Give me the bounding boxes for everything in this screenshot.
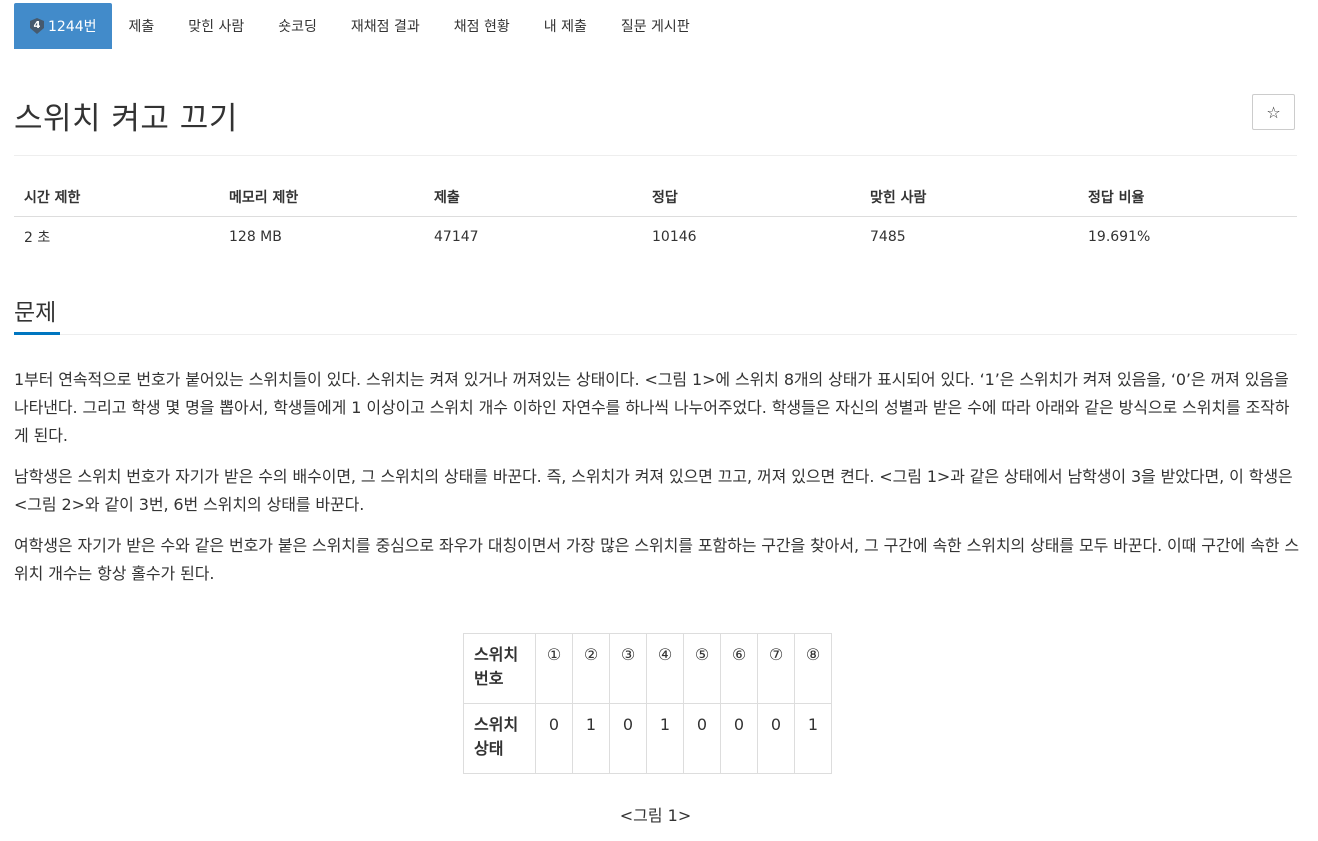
switch-number-cell: ② xyxy=(572,633,610,704)
description-paragraph: 여학생은 자기가 받은 수와 같은 번호가 붙은 스위치를 중심으로 좌우가 대… xyxy=(14,536,1299,583)
section-title-underline xyxy=(14,332,60,335)
switch-number-cell: ⑥ xyxy=(720,633,758,704)
tab-rejudge-results[interactable]: 재채점 결과 xyxy=(334,3,437,49)
header-accepted: 정답 xyxy=(642,178,860,217)
switch-number-cell: ⑤ xyxy=(683,633,721,704)
switch-state-cell: 1 xyxy=(646,703,684,774)
section-divider xyxy=(60,334,1297,335)
switch-number-cell: ⑦ xyxy=(757,633,795,704)
switch-state-row: 스위치 상태 0 1 0 1 0 0 0 1 xyxy=(463,703,832,774)
tab-judge-status[interactable]: 채점 현황 xyxy=(437,3,527,49)
value-memory-limit: 128 MB xyxy=(229,229,282,245)
info-header-row: 시간 제한 메모리 제한 제출 정답 맞힌 사람 정답 비율 xyxy=(14,178,1297,217)
switch-number-cell: ③ xyxy=(609,633,647,704)
switch-number-row: 스위치 번호 ① ② ③ ④ ⑤ ⑥ ⑦ ⑧ xyxy=(463,633,832,704)
switch-state-cell: 1 xyxy=(572,703,610,774)
title-divider xyxy=(14,155,1297,156)
page-title: 스위치 켜고 끄기 xyxy=(14,101,238,137)
switch-number-cell: ④ xyxy=(646,633,684,704)
tab-problem-label: 1244번 xyxy=(48,19,97,35)
favorite-star-button[interactable]: ☆ xyxy=(1252,94,1295,130)
switch-state-cell: 0 xyxy=(609,703,647,774)
switch-state-cell: 0 xyxy=(535,703,573,774)
tab-my-submissions[interactable]: 내 제출 xyxy=(527,3,604,49)
description-paragraph: 1부터 연속적으로 번호가 붙어있는 스위치들이 있다. 스위치는 켜져 있거나… xyxy=(14,370,1290,445)
problem-tab-nav: 4 1244번 제출 맞힌 사람 숏코딩 재채점 결과 채점 현황 내 제출 질… xyxy=(14,3,707,49)
section-title-problem: 문제 xyxy=(14,300,57,326)
value-time-limit: 2 초 xyxy=(24,230,51,246)
tab-short-coding[interactable]: 숏코딩 xyxy=(261,3,334,49)
description-paragraph: 남학생은 스위치 번호가 자기가 받은 수의 배수이면, 그 스위치의 상태를 … xyxy=(14,467,1293,514)
problem-description: 1부터 연속적으로 번호가 붙어있는 스위치들이 있다. 스위치는 켜져 있거나… xyxy=(14,366,1304,601)
problem-info-table: 시간 제한 메모리 제한 제출 정답 맞힌 사람 정답 비율 2 초 128 M… xyxy=(14,178,1297,257)
tab-problem[interactable]: 4 1244번 xyxy=(14,3,112,49)
header-time-limit: 시간 제한 xyxy=(14,178,219,217)
info-value-row: 2 초 128 MB 47147 10146 7485 19.691% xyxy=(14,217,1297,258)
switch-number-cell: ① xyxy=(535,633,573,704)
switch-state-cell: 0 xyxy=(683,703,721,774)
tier-badge-number: 4 xyxy=(33,19,41,31)
switch-figure-table: 스위치 번호 ① ② ③ ④ ⑤ ⑥ ⑦ ⑧ 스위치 상태 0 1 0 1 0 … xyxy=(463,633,832,774)
header-submissions: 제출 xyxy=(424,178,642,217)
value-submissions: 47147 xyxy=(434,229,479,245)
row-header-switch-state: 스위치 상태 xyxy=(463,703,536,774)
switch-number-cell: ⑧ xyxy=(794,633,832,704)
tab-submit[interactable]: 제출 xyxy=(112,3,172,49)
star-icon: ☆ xyxy=(1266,102,1281,122)
switch-state-cell: 0 xyxy=(757,703,795,774)
row-header-switch-number: 스위치 번호 xyxy=(463,633,536,704)
switch-state-cell: 0 xyxy=(720,703,758,774)
tab-qna-board[interactable]: 질문 게시판 xyxy=(604,3,707,49)
header-solved-users: 맞힌 사람 xyxy=(860,178,1078,217)
tab-solved-users[interactable]: 맞힌 사람 xyxy=(171,3,261,49)
value-solved-users: 7485 xyxy=(870,229,906,245)
header-accept-ratio: 정답 비율 xyxy=(1078,178,1297,217)
value-accepted: 10146 xyxy=(652,229,697,245)
switch-state-cell: 1 xyxy=(794,703,832,774)
tier-badge-icon: 4 xyxy=(30,18,44,34)
header-memory-limit: 메모리 제한 xyxy=(219,178,424,217)
value-accept-ratio: 19.691% xyxy=(1088,229,1151,245)
figure-caption: <그림 1> xyxy=(619,806,692,825)
